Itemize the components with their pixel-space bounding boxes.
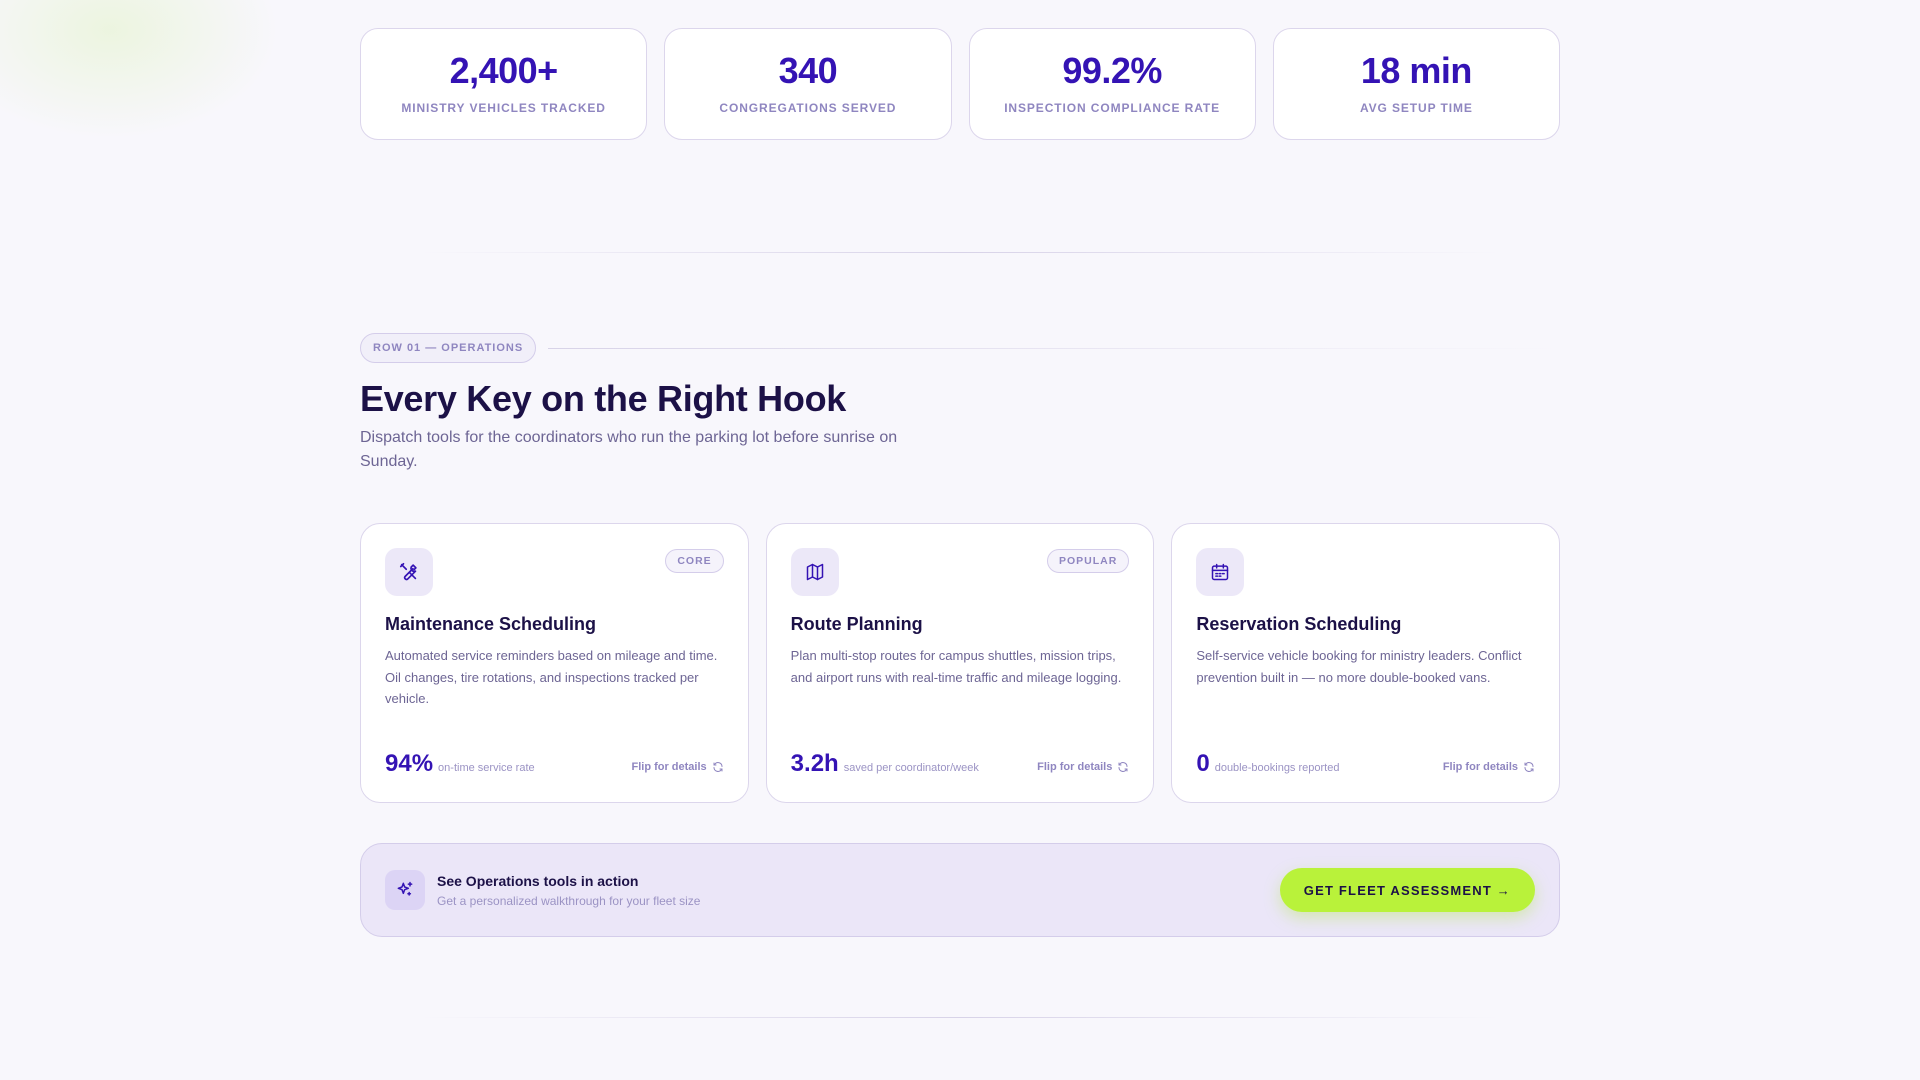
card-footer: 3.2h saved per coordinator/week Flip for…: [791, 752, 1130, 776]
map-icon: [790, 548, 839, 596]
stat-value: 2,400+: [449, 50, 559, 91]
row-tag-line: ROW 01 — OPERATIONS: [360, 333, 1560, 363]
metric-value: 94%: [385, 750, 434, 777]
cta-subtitle: Get a personalized walkthrough for your …: [437, 893, 701, 908]
stat-label: CONGREGATIONS SERVED: [719, 101, 897, 115]
flip-label: Flip for details: [631, 761, 707, 773]
metric-label: double-bookings reported: [1214, 762, 1340, 774]
stat-label: INSPECTION COMPLIANCE RATE: [1004, 101, 1221, 115]
stat-value: 18 min: [1360, 50, 1473, 91]
flip-for-details-button[interactable]: Flip for details: [631, 761, 723, 776]
card-badge: POPULAR: [1047, 549, 1130, 573]
card-footer: 0 double-bookings reported Flip for deta…: [1196, 752, 1535, 776]
section-subtitle: Dispatch tools for the coordinators who …: [360, 429, 898, 470]
stat-card-congregations: 340 CONGREGATIONS SERVED: [664, 28, 952, 140]
cta-title: See Operations tools in action: [437, 872, 639, 889]
refresh-icon: [1524, 762, 1534, 772]
metric-value: 3.2h: [790, 750, 839, 777]
flip-label: Flip for details: [1037, 761, 1113, 773]
stat-label: AVG SETUP TIME: [1359, 101, 1473, 115]
card-metric: 0 double-bookings reported: [1196, 752, 1339, 776]
feature-card-route-planning[interactable]: POPULAR Route Planning Plan multi-stop r…: [765, 523, 1155, 803]
stat-value: 340: [778, 50, 838, 91]
card-title: Route Planning: [790, 614, 923, 634]
row-tag-rule: [548, 347, 1560, 349]
stat-card-setup-time: 18 min AVG SETUP TIME: [1272, 28, 1560, 140]
stats-row: 2,400+ MINISTRY VEHICLES TRACKED 340 CON…: [360, 28, 1560, 140]
calendar-icon: [1196, 548, 1245, 596]
card-footer: 94% on-time service rate Flip for detail…: [385, 752, 724, 776]
get-fleet-assessment-button[interactable]: GET FLEET ASSESSMENT →: [1279, 868, 1535, 912]
sparkles-icon: [385, 870, 425, 910]
flip-for-details-button[interactable]: Flip for details: [1037, 761, 1129, 776]
cta-banner: See Operations tools in action Get a per…: [360, 843, 1560, 937]
section-divider: [420, 252, 1500, 253]
feature-card-maintenance[interactable]: CORE Maintenance Scheduling Automated se…: [360, 523, 749, 803]
metric-value: 0: [1196, 750, 1210, 777]
card-title: Reservation Scheduling: [1196, 614, 1402, 634]
section-title: Every Key on the Right Hook: [360, 378, 846, 419]
refresh-icon: [1118, 762, 1128, 772]
feature-cards: CORE Maintenance Scheduling Automated se…: [360, 523, 1561, 803]
card-badge: CORE: [665, 549, 724, 573]
refresh-icon: [713, 762, 723, 772]
wrench-screwdriver-icon: [385, 548, 433, 596]
card-title: Maintenance Scheduling: [385, 614, 597, 634]
stat-card-vehicles: 2,400+ MINISTRY VEHICLES TRACKED: [360, 28, 648, 140]
metric-label: saved per coordinator/week: [843, 762, 979, 774]
feature-card-reservations[interactable]: Reservation Scheduling Self-service vehi…: [1171, 523, 1561, 803]
flip-label: Flip for details: [1442, 761, 1519, 773]
card-metric: 94% on-time service rate: [385, 752, 535, 776]
flip-for-details-button[interactable]: Flip for details: [1443, 761, 1535, 776]
row-tag: ROW 01 — OPERATIONS: [360, 333, 537, 363]
background-glow: [0, 0, 280, 140]
card-description: Automated service reminders based on mil…: [385, 648, 718, 706]
stat-value: 99.2%: [1062, 50, 1162, 91]
cta-text: See Operations tools in action Get a per…: [437, 873, 700, 908]
card-description: Self-service vehicle booking for ministr…: [1196, 648, 1522, 685]
metric-label: on-time service rate: [438, 762, 535, 774]
section-divider-bottom: [420, 1017, 1500, 1018]
card-metric: 3.2h saved per coordinator/week: [791, 752, 979, 776]
stat-label: MINISTRY VEHICLES TRACKED: [401, 101, 606, 115]
stat-card-compliance: 99.2% INSPECTION COMPLIANCE RATE: [968, 28, 1256, 140]
card-description: Plan multi-stop routes for campus shuttl…: [790, 648, 1122, 685]
